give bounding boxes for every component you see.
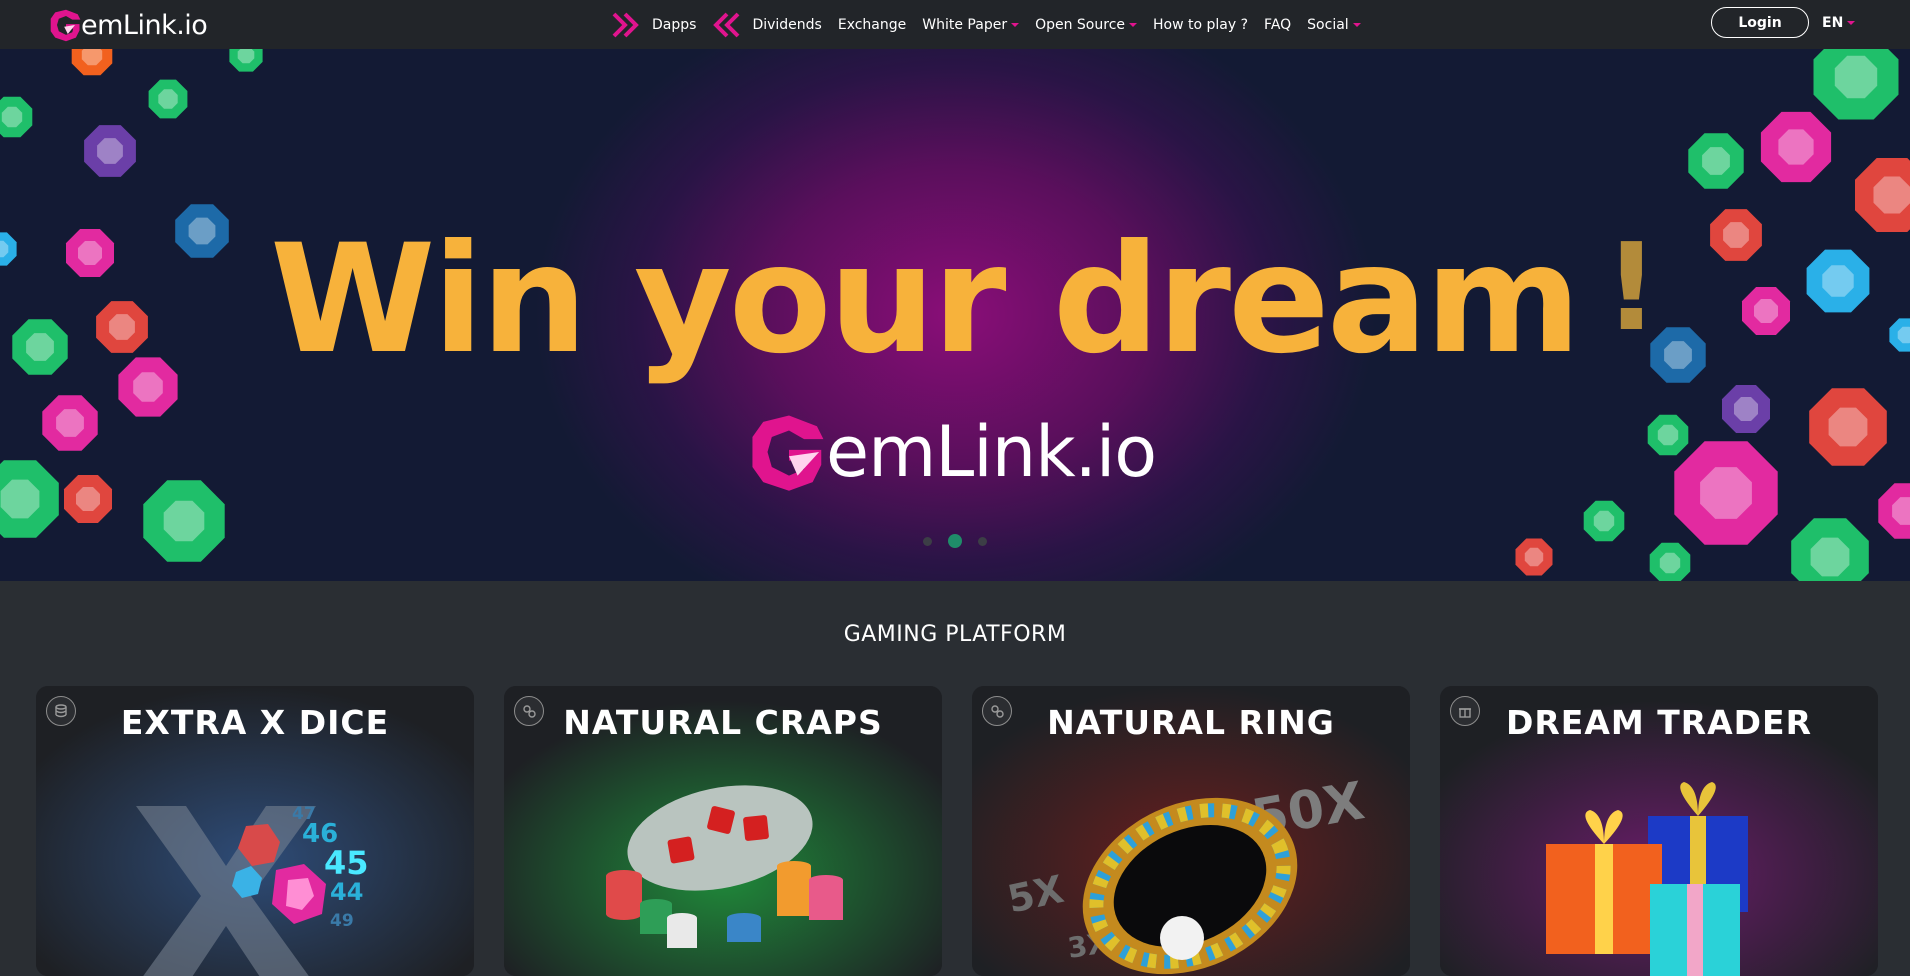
gem-facet (1822, 265, 1853, 296)
dice-number-49: 49 (330, 911, 354, 931)
nav-white-paper-label: White Paper (922, 17, 1007, 33)
gem-facet (164, 501, 205, 542)
hero-exclamation: ! (1604, 219, 1659, 358)
gem-facet (1660, 553, 1680, 573)
game-card-dream-trader[interactable]: DREAM TRADER (1440, 686, 1878, 976)
hero-banner: Win your dream ! emLink.io (0, 49, 1910, 581)
gem-facet (1811, 538, 1850, 577)
caret-down-icon (1847, 21, 1855, 25)
caret-down-icon (1129, 23, 1137, 27)
gem-facet (1754, 299, 1778, 323)
nav-dividends[interactable]: Dividends (752, 17, 821, 33)
site-logo[interactable]: emLink.io (48, 6, 207, 44)
gem-facet (1874, 177, 1910, 214)
nav-open-source-label: Open Source (1035, 17, 1125, 33)
gem-facet (1658, 425, 1678, 445)
gem-facet (1829, 408, 1868, 447)
dice-number-45: 45 (324, 844, 369, 882)
gem-facet (26, 333, 54, 361)
logo-text: emLink.io (81, 10, 207, 41)
nav-white-paper[interactable]: White Paper (922, 17, 1019, 33)
gem-facet (2, 107, 22, 127)
gem-facet (189, 218, 216, 245)
gem-facet (133, 372, 163, 402)
top-navbar: emLink.io Dapps Dividends Exchange White… (0, 0, 1910, 49)
gemlink-logo-icon (746, 409, 832, 495)
carousel-dots (923, 534, 987, 548)
gem-facet (1702, 147, 1730, 175)
gem-facet (97, 138, 123, 164)
nav-social-label: Social (1307, 17, 1349, 33)
gem-facet (1734, 397, 1758, 421)
gem-facet (1594, 511, 1614, 531)
gem-facet (1723, 222, 1749, 248)
carousel-dot-3[interactable] (978, 537, 987, 546)
carousel-dot-2[interactable] (948, 534, 962, 548)
login-button[interactable]: Login (1711, 7, 1809, 38)
hero-headline: Win your dream (270, 215, 1578, 385)
nav-social[interactable]: Social (1307, 17, 1361, 33)
nav-exchange[interactable]: Exchange (838, 17, 906, 33)
language-label: EN (1822, 15, 1843, 31)
chevron-right-icon (612, 12, 640, 38)
nav-faq[interactable]: FAQ (1264, 17, 1291, 33)
gem-facet (76, 487, 100, 511)
hero-logo: emLink.io (746, 409, 1156, 495)
hero-logo-text: emLink.io (826, 411, 1156, 493)
gem-facet (1, 480, 40, 519)
gem-facet (158, 89, 177, 108)
chevron-left-icon (712, 12, 740, 38)
game-title: NATURAL CRAPS (504, 703, 942, 742)
gem-facet (1835, 56, 1877, 98)
dice-number-44: 44 (330, 878, 363, 906)
gem-facet (1778, 129, 1813, 164)
language-selector[interactable]: EN (1822, 0, 1855, 46)
nav-open-source[interactable]: Open Source (1035, 17, 1137, 33)
caret-down-icon (1353, 23, 1361, 27)
gemlink-logo-icon (48, 7, 84, 43)
gem-facet (78, 241, 102, 265)
game-title: DREAM TRADER (1440, 703, 1878, 742)
main-menu: Dapps Dividends Exchange White Paper Ope… (612, 0, 1377, 49)
game-card-natural-craps[interactable]: NATURAL CRAPS (504, 686, 942, 976)
game-card-extra-x-dice[interactable]: 47 46 45 44 49 EXTRA X DICE (36, 686, 474, 976)
game-title: NATURAL RING (972, 703, 1410, 742)
section-title: GAMING PLATFORM (0, 622, 1910, 647)
carousel-dot-1[interactable] (923, 537, 932, 546)
gem-facet (109, 314, 135, 340)
nav-dapps[interactable]: Dapps (652, 17, 696, 33)
game-title: EXTRA X DICE (36, 703, 474, 742)
gem-facet (1664, 341, 1692, 369)
gem-facet (1700, 467, 1752, 519)
nav-how-to-play[interactable]: How to play ? (1153, 17, 1248, 33)
caret-down-icon (1011, 23, 1019, 27)
game-card-natural-ring[interactable]: 50X 5X 3X NATURAL RING (972, 686, 1410, 976)
gem-facet (56, 409, 84, 437)
gem-facet (1525, 548, 1543, 566)
